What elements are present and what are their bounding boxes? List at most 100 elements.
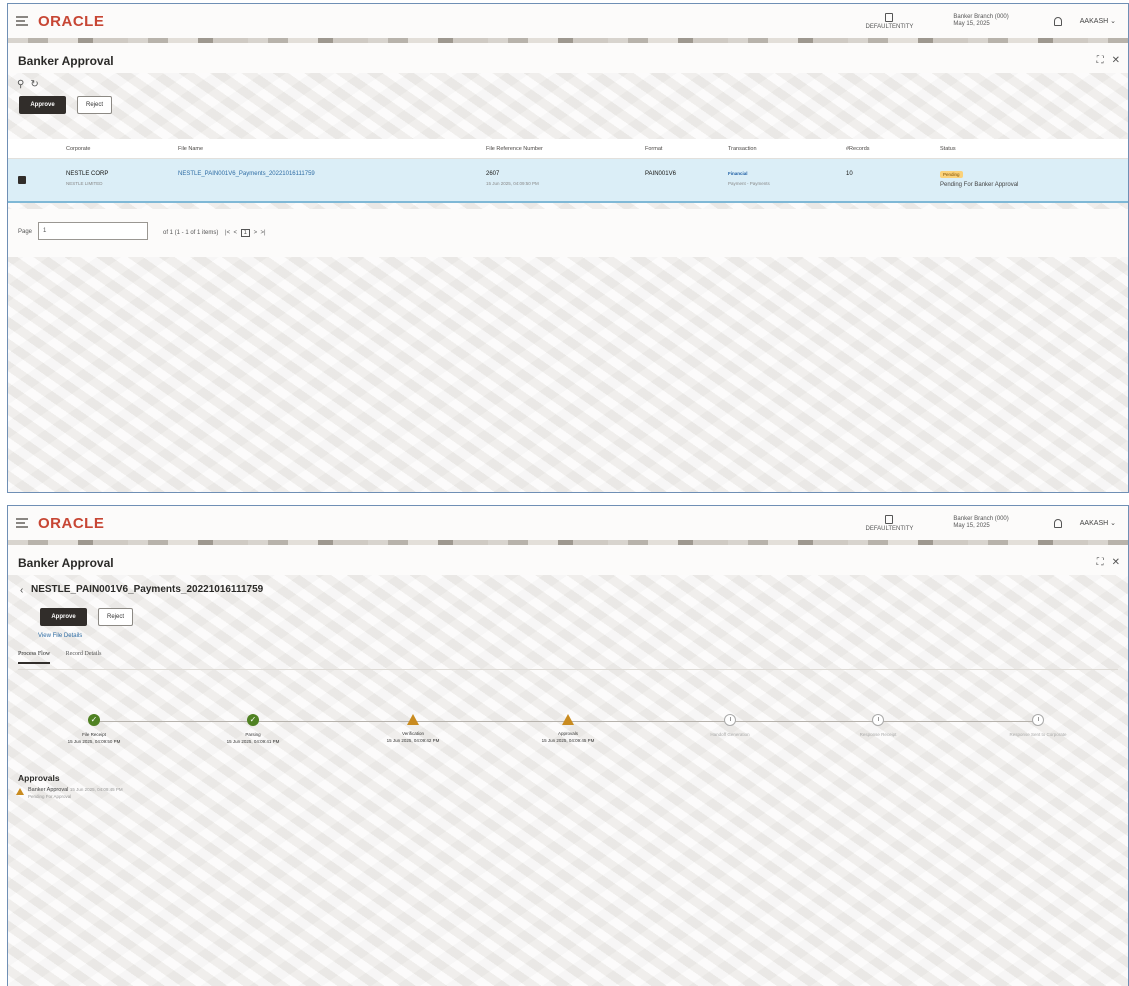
first-page-button[interactable]: |< xyxy=(225,230,230,236)
close-icon[interactable]: ✕ xyxy=(1112,557,1120,568)
col-file-name[interactable]: File Name xyxy=(178,146,203,152)
expand-icon[interactable]: ⛶ xyxy=(1097,557,1104,568)
page-info: of 1 (1 - 1 of 1 items) |< < 1 > >| xyxy=(163,229,266,237)
approve-button[interactable]: Approve xyxy=(40,608,87,626)
branch-name: Banker Branch (000) xyxy=(953,14,1009,20)
chevron-down-icon: ⌄ xyxy=(1110,18,1116,25)
step-name: Handoff Generation xyxy=(710,732,750,737)
search-icon[interactable]: ⚲ xyxy=(17,79,24,90)
step-name: Approvals xyxy=(557,731,578,736)
col-file-ref[interactable]: File Reference Number xyxy=(486,146,543,152)
page-count: of 1 (1 - 1 of 1 items) xyxy=(163,230,219,236)
process-step: Response Receipt xyxy=(808,714,948,739)
title-bar: Banker Approval ⛶ ✕ xyxy=(8,545,1128,575)
tab-divider xyxy=(18,669,1118,670)
branch-name: Banker Branch (000) xyxy=(953,516,1009,522)
step-timestamp: 15 Jun 2025, 04:09:45 PM xyxy=(541,738,595,743)
step-timestamp: 15 Jun 2025, 04:09:41 PM xyxy=(226,739,280,744)
status-badge: Pending xyxy=(940,171,963,178)
process-step: ✓ Parsing 15 Jun 2025, 04:09:41 PM xyxy=(183,714,323,744)
step-name: Parsing xyxy=(245,732,261,737)
entity-label: DEFAULTENTITY xyxy=(865,525,914,532)
approval-detail-screen: ORACLE DEFAULTENTITY Banker Branch (000)… xyxy=(7,505,1129,986)
tab-process-flow[interactable]: Process Flow xyxy=(18,651,51,664)
step-timestamp: 15 Jun 2025, 04:09:42 PM xyxy=(386,738,440,743)
file-ref-date: 15 Jun 2025, 04:09:50 PM xyxy=(486,181,539,186)
col-records[interactable]: #Records xyxy=(846,146,870,152)
page-title: Banker Approval xyxy=(18,54,114,68)
page-input[interactable]: 1 xyxy=(38,222,148,240)
entity-selector[interactable]: DEFAULTENTITY xyxy=(865,514,914,532)
menu-icon[interactable] xyxy=(16,518,28,528)
table-header: Corporate File Name File Reference Numbe… xyxy=(8,139,1128,159)
approval-table: Corporate File Name File Reference Numbe… xyxy=(8,139,1128,203)
user-name: AAKASH xyxy=(1079,18,1109,25)
transaction-sub: Payment - Payments xyxy=(728,181,770,186)
file-title: NESTLE_PAIN001V6_Payments_20221016111759 xyxy=(31,584,264,595)
menu-icon[interactable] xyxy=(16,16,28,26)
check-icon: ✓ xyxy=(247,714,259,726)
step-name: File Receipt xyxy=(82,732,106,737)
file-name-link[interactable]: NESTLE_PAIN001V6_Payments_20221016111759 xyxy=(178,171,315,177)
user-menu[interactable]: AAKASH ⌄ xyxy=(1080,519,1116,527)
top-bar: ORACLE DEFAULTENTITY Banker Branch (000)… xyxy=(8,4,1128,38)
approval-list-screen: ORACLE DEFAULTENTITY Banker Branch (000)… xyxy=(7,3,1129,493)
approve-button[interactable]: Approve xyxy=(19,96,66,114)
row-checkbox[interactable] xyxy=(18,176,26,184)
clock-icon xyxy=(1032,714,1044,726)
view-file-details-link[interactable]: View File Details xyxy=(38,633,82,639)
entity-selector[interactable]: DEFAULTENTITY xyxy=(865,12,914,30)
chevron-down-icon: ⌄ xyxy=(1110,520,1116,527)
col-format[interactable]: Format xyxy=(645,146,662,152)
cell-status: Pending Pending For Banker Approval xyxy=(940,171,1018,188)
process-step: Response Sent to Corporate xyxy=(968,714,1108,739)
corporate-sub: NESTLE LIMITED xyxy=(66,181,103,186)
entity-icon xyxy=(885,514,894,524)
expand-icon[interactable]: ⛶ xyxy=(1097,55,1104,66)
approval-status: Pending For Approval xyxy=(28,794,72,799)
check-icon: ✓ xyxy=(88,714,100,726)
cell-corporate: NESTLE CORP NESTLE LIMITED xyxy=(66,171,108,186)
title-bar: Banker Approval ⛶ ✕ xyxy=(8,43,1128,73)
refresh-icon[interactable]: ↻ xyxy=(30,79,38,90)
step-timestamp: 15 Jun 2025, 04:09:50 PM xyxy=(67,739,121,744)
entity-icon xyxy=(885,12,894,22)
prev-page-button[interactable]: < xyxy=(233,230,237,236)
tab-record-details[interactable]: Record Details xyxy=(66,651,102,657)
col-corporate[interactable]: Corporate xyxy=(66,146,90,152)
close-icon[interactable]: ✕ xyxy=(1112,55,1120,66)
reject-button[interactable]: Reject xyxy=(77,96,112,114)
approval-item: Banker Approval 15 Jun 2025, 04:09:45 PM… xyxy=(16,787,123,799)
step-name: Verification xyxy=(401,731,424,736)
col-transaction[interactable]: Transaction xyxy=(728,146,757,152)
col-status[interactable]: Status xyxy=(940,146,956,152)
step-name: Response Sent to Corporate xyxy=(1009,732,1067,737)
reject-button[interactable]: Reject xyxy=(98,608,133,626)
user-menu[interactable]: AAKASH ⌄ xyxy=(1080,17,1116,25)
current-page[interactable]: 1 xyxy=(240,229,250,237)
back-icon[interactable]: ‹ xyxy=(20,585,23,596)
branch-info: Banker Branch (000) May 15, 2025 xyxy=(953,14,1008,28)
last-page-button[interactable]: >| xyxy=(261,230,266,236)
warning-icon xyxy=(407,714,419,725)
corporate-name: NESTLE CORP xyxy=(66,171,109,177)
branch-date: May 15, 2025 xyxy=(953,21,990,27)
file-ref: 2607 xyxy=(486,171,500,177)
entity-label: DEFAULTENTITY xyxy=(865,23,914,30)
detail-tabs: Process Flow Record Details xyxy=(18,651,116,664)
table-row[interactable]: NESTLE CORP NESTLE LIMITED NESTLE_PAIN00… xyxy=(8,159,1128,203)
bell-icon[interactable] xyxy=(1053,518,1062,528)
branch-info: Banker Branch (000) May 15, 2025 xyxy=(953,516,1008,530)
status-text: Pending For Banker Approval xyxy=(940,182,1019,188)
bell-icon[interactable] xyxy=(1053,16,1062,26)
page-title: Banker Approval xyxy=(18,556,114,570)
top-bar: ORACLE DEFAULTENTITY Banker Branch (000)… xyxy=(8,506,1128,540)
approval-timestamp: 15 Jun 2025, 04:09:45 PM xyxy=(69,787,123,792)
cell-records: 10 xyxy=(846,171,853,177)
next-page-button[interactable]: > xyxy=(254,230,258,236)
step-name: Response Receipt xyxy=(859,732,897,737)
clock-icon xyxy=(724,714,736,726)
cell-file-ref: 2607 15 Jun 2025, 04:09:50 PM xyxy=(486,171,539,186)
oracle-logo: ORACLE xyxy=(38,514,105,532)
pagination: Page 1 of 1 (1 - 1 of 1 items) |< < 1 > … xyxy=(8,209,1128,257)
